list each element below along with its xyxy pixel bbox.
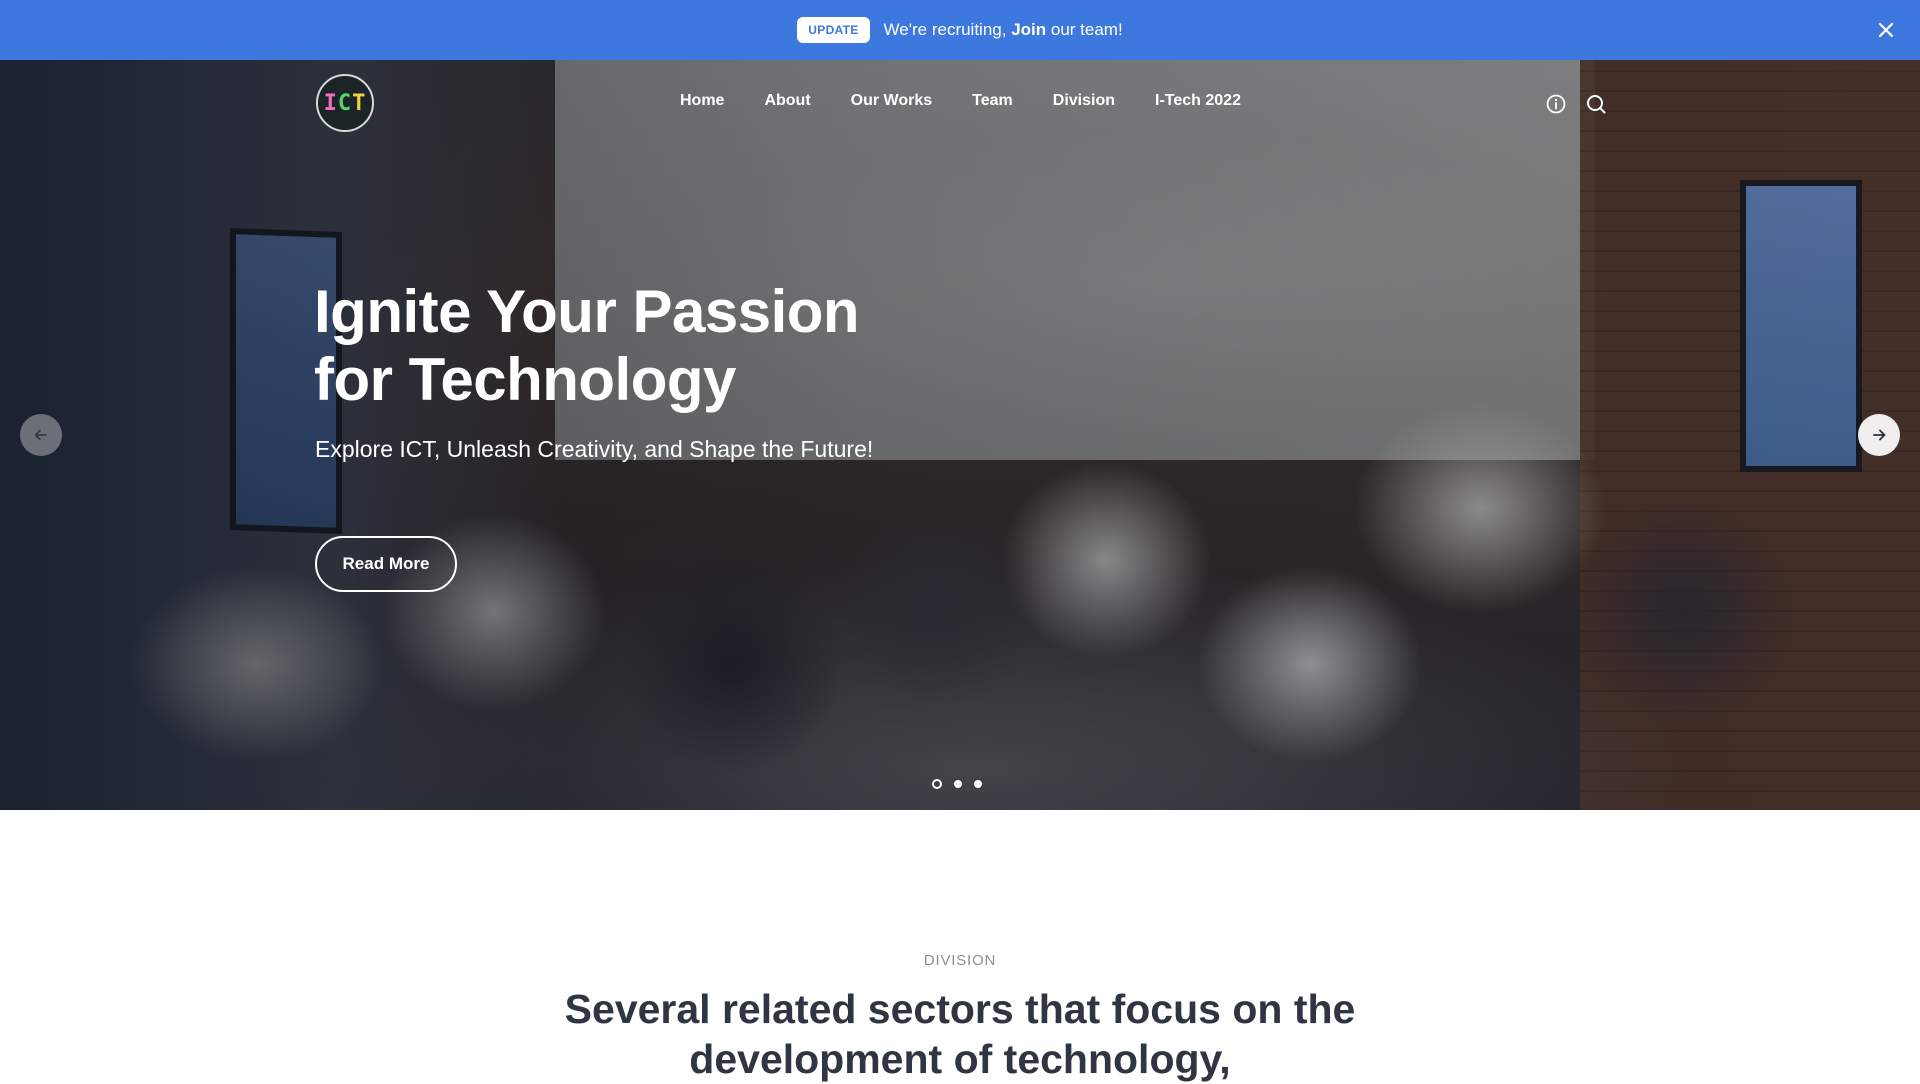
- nav-itech-2022[interactable]: I-Tech 2022: [1155, 92, 1241, 116]
- nav-division[interactable]: Division: [1053, 92, 1115, 116]
- nav-icon-group: [1545, 93, 1607, 115]
- logo-letter-c: C: [337, 90, 353, 116]
- slider-prev-button[interactable]: [20, 414, 62, 456]
- arrow-left-icon: [34, 429, 47, 441]
- hero-title: Ignite Your Passion for Technology: [314, 278, 860, 413]
- logo-letter-t: T: [352, 90, 367, 116]
- slider-dot-3[interactable]: [974, 780, 982, 788]
- slider-next-button[interactable]: [1858, 414, 1900, 456]
- read-more-button[interactable]: Read More: [315, 536, 457, 592]
- main-nav: Home About Our Works Team Division I-Tec…: [660, 92, 1261, 116]
- close-icon[interactable]: [1874, 18, 1898, 42]
- nav-our-works[interactable]: Our Works: [851, 92, 933, 116]
- logo-letter-i: I: [323, 90, 338, 116]
- hero-slider: [0, 60, 1920, 810]
- banner-message-suffix: our team!: [1046, 20, 1123, 39]
- ict-logo[interactable]: ICT: [316, 74, 374, 132]
- hero-subtitle: Explore ICT, Unleash Creativity, and Sha…: [315, 436, 874, 462]
- banner-message-prefix: We're recruiting,: [883, 20, 1012, 39]
- hero-overlay: [0, 60, 1920, 810]
- slider-dot-2[interactable]: [954, 780, 962, 788]
- arrow-right-icon: [1873, 429, 1886, 441]
- nav-about[interactable]: About: [764, 92, 810, 116]
- search-icon[interactable]: [1585, 93, 1607, 115]
- announcement-banner: UPDATE We're recruiting, Join our team!: [0, 0, 1920, 60]
- division-title: Several related sectors that focus on th…: [564, 986, 1356, 1082]
- slider-dot-1[interactable]: [932, 779, 942, 789]
- banner-message: We're recruiting, Join our team!: [884, 20, 1123, 40]
- update-badge: UPDATE: [797, 17, 870, 43]
- join-link[interactable]: Join: [1011, 20, 1046, 39]
- nav-home[interactable]: Home: [680, 92, 724, 116]
- nav-team[interactable]: Team: [972, 92, 1013, 116]
- slider-pagination: [932, 779, 982, 789]
- division-kicker: DIVISION: [923, 952, 997, 969]
- info-icon[interactable]: [1545, 93, 1567, 115]
